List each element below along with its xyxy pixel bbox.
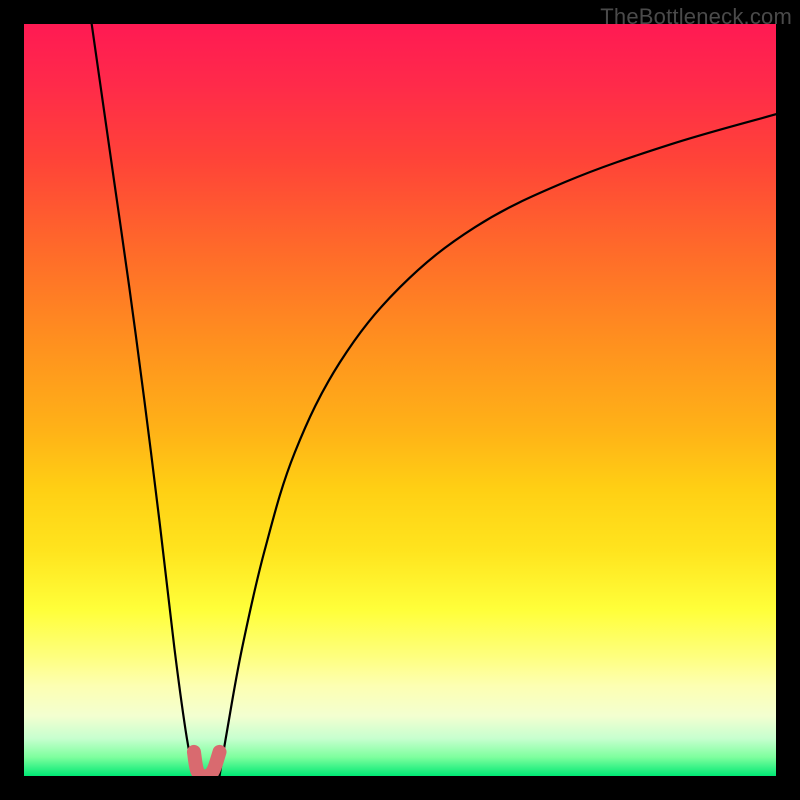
gradient-plot-area — [24, 24, 776, 776]
watermark-text: TheBottleneck.com — [600, 4, 792, 30]
